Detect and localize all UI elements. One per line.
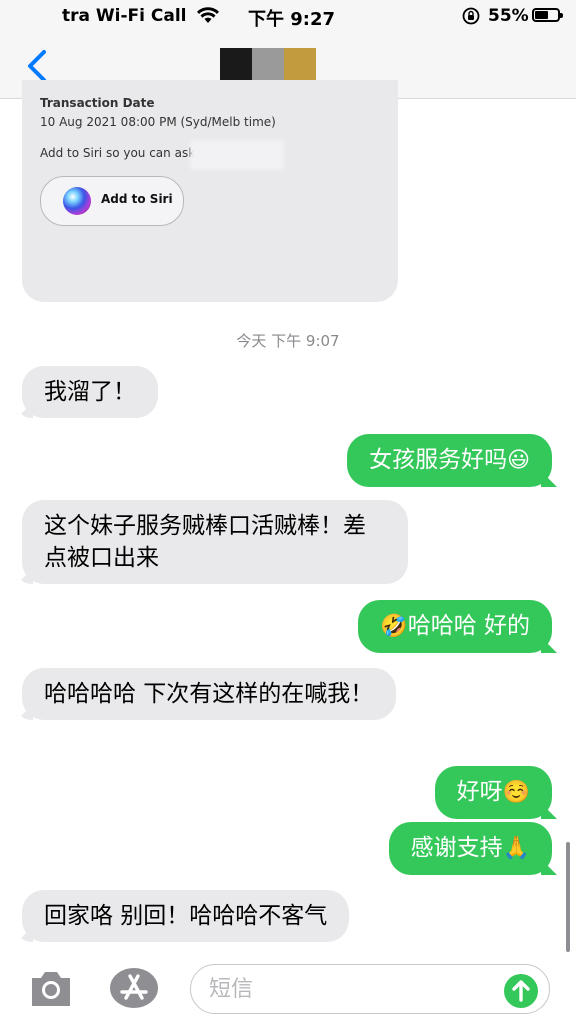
redacted-area [190, 140, 284, 170]
app-store-icon [110, 968, 158, 1008]
praying-hands-emoji-icon: 🙏 [502, 836, 530, 861]
avatar-segment [220, 48, 252, 80]
message-input-bar [0, 952, 576, 1024]
contact-avatar[interactable] [220, 48, 316, 80]
message-text: 女孩服务好吗 [369, 447, 508, 473]
scrollbar[interactable] [566, 842, 570, 952]
card-field-value: 10 Aug 2021 08:00 PM (Syd/Melb time) [40, 115, 276, 129]
camera-button[interactable] [28, 968, 74, 1008]
card-field-label: Transaction Date [40, 96, 155, 110]
smiley-emoji-icon: 😃 [507, 448, 530, 473]
add-to-siri-label: Add to Siri [101, 192, 173, 206]
incoming-message-bubble[interactable]: 这个妹子服务贼棒口活贼棒！差点被口出来 [22, 500, 408, 584]
laughing-emoji-icon: 🤣 [380, 614, 408, 639]
app-store-button[interactable] [108, 966, 160, 1010]
message-text: 我溜了！ [44, 379, 136, 405]
outgoing-message-bubble[interactable]: 🤣哈哈哈 好的 [358, 600, 552, 653]
arrow-up-icon [512, 980, 530, 1002]
avatar-segment [284, 48, 316, 80]
battery-percentage: 55% [488, 6, 529, 26]
send-button[interactable] [504, 974, 538, 1008]
carrier-label: tra Wi-Fi Call [62, 6, 187, 26]
battery-icon [532, 8, 563, 22]
outgoing-message-bubble[interactable]: 好呀☺️ [434, 766, 552, 819]
clock: 下午 9:27 [248, 9, 336, 30]
outgoing-message-bubble[interactable]: 女孩服务好吗😃 [347, 434, 552, 487]
siri-icon [63, 187, 91, 215]
incoming-message-bubble[interactable]: 哈哈哈哈 下次有这样的在喊我！ [22, 668, 396, 720]
message-text: 好呀 [456, 779, 503, 805]
outgoing-message-bubble[interactable]: 感谢支持🙏 [388, 822, 552, 875]
incoming-message-bubble[interactable]: 回家咯 别回！哈哈哈不客气 [22, 890, 350, 942]
status-bar: tra Wi-Fi Call 下午 9:27 55% [0, 0, 576, 32]
rotation-lock-icon [462, 7, 480, 30]
message-text: 回家咯 别回！哈哈哈不客气 [44, 903, 328, 929]
card-siri-prompt: Add to Siri so you can ask [40, 146, 196, 160]
message-text: 哈哈哈哈 下次有这样的在喊我！ [44, 681, 374, 707]
rich-link-card: Transaction Date 10 Aug 2021 08:00 PM (S… [22, 80, 398, 302]
blushing-emoji-icon: ☺️ [502, 780, 530, 805]
camera-icon [32, 972, 70, 1006]
add-to-siri-button[interactable]: Add to Siri [40, 176, 184, 226]
incoming-message-bubble[interactable]: 我溜了！ [22, 366, 158, 418]
message-timestamp: 今天 下午 9:07 [236, 332, 340, 350]
message-input[interactable] [190, 964, 550, 1014]
message-text: 哈哈哈 好的 [407, 613, 530, 639]
message-text: 这个妹子服务贼棒口活贼棒！差点被口出来 [44, 513, 366, 571]
message-text: 感谢支持 [410, 835, 503, 861]
wifi-icon [196, 6, 220, 29]
avatar-segment [252, 48, 284, 80]
